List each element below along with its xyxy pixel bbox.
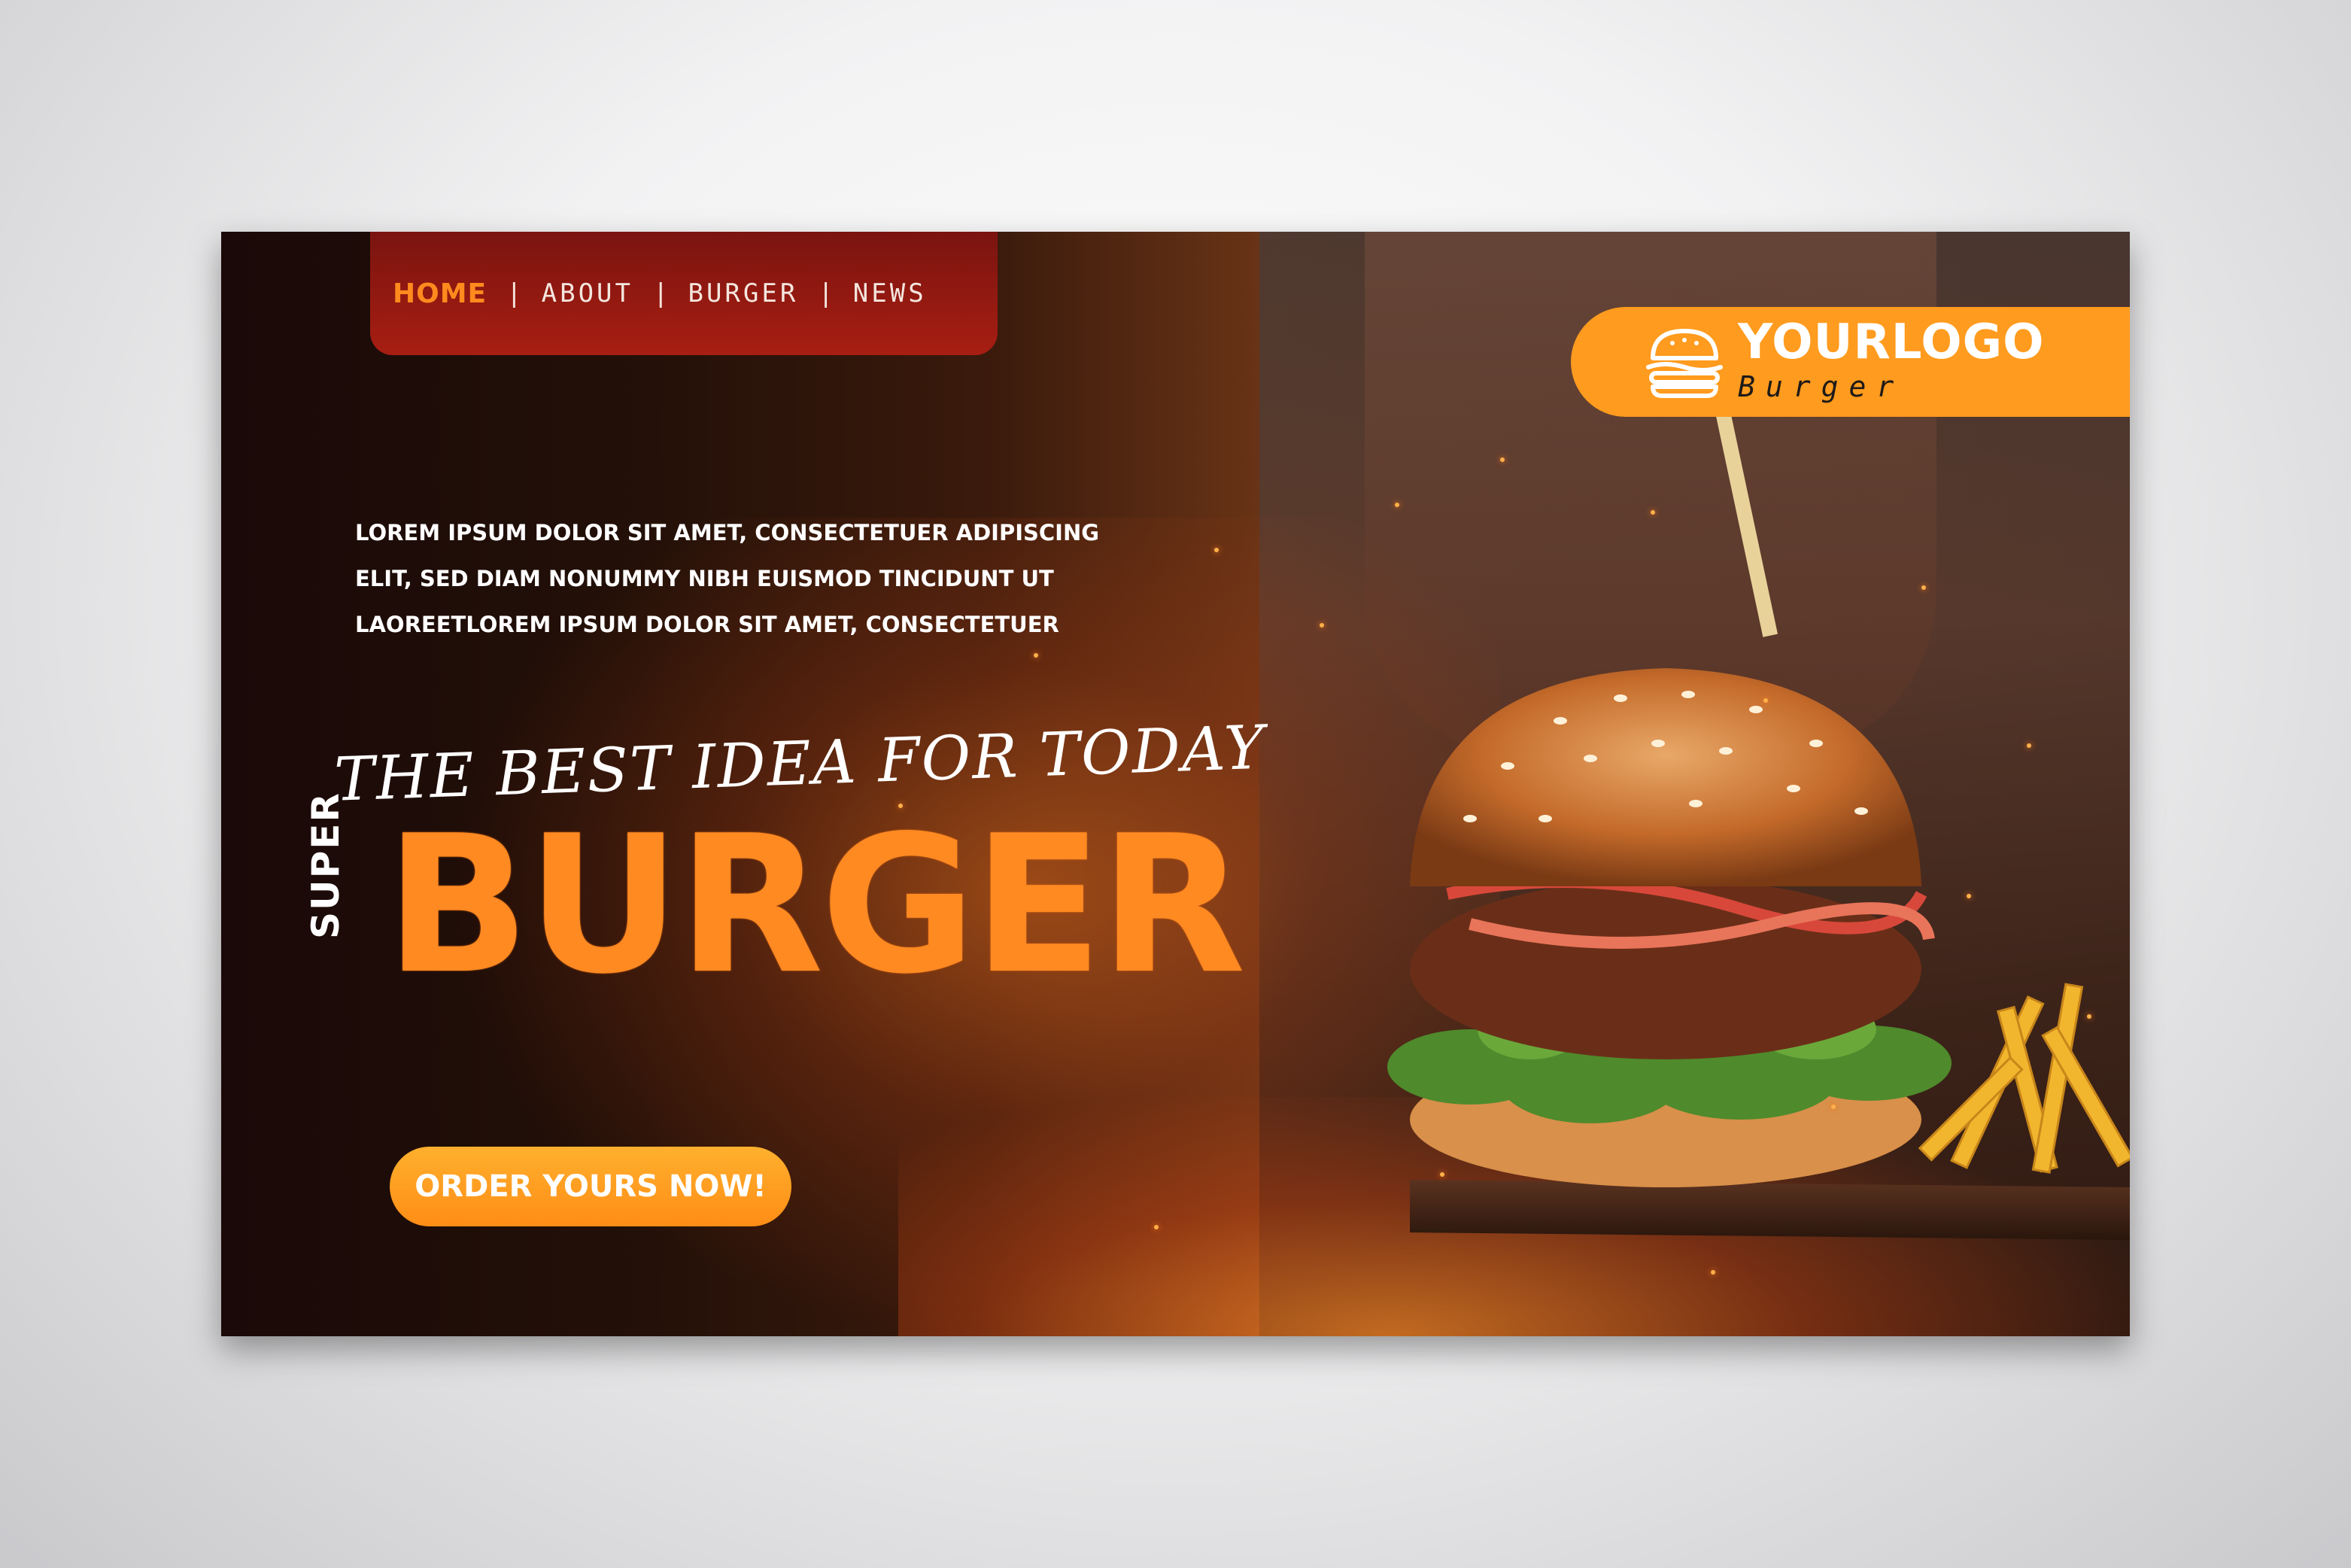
nav-separator: | xyxy=(653,278,669,308)
intro-text: LOREM IPSUM DOLOR SIT AMET, CONSECTETUER… xyxy=(355,510,1183,648)
intro-line: ELIT, SED DIAM NONUMMY NIBH EUISMOD TINC… xyxy=(355,566,1054,591)
nav-separator: | xyxy=(818,278,834,308)
top-bun xyxy=(1410,668,1921,886)
super-label: SUPER xyxy=(304,792,348,939)
order-now-button[interactable]: ORDER YOURS NOW! xyxy=(390,1147,791,1226)
logo[interactable]: YOURLOGO Burger xyxy=(1571,307,2130,417)
nav-item-home[interactable]: HOME xyxy=(393,278,487,309)
skewer-stick xyxy=(1716,413,1778,637)
wooden-board xyxy=(1410,1180,2130,1240)
nav-separator: | xyxy=(506,278,522,308)
burger-icon xyxy=(1646,329,1723,398)
nav-item-news[interactable]: NEWS xyxy=(853,278,927,308)
nav-item-about[interactable]: ABOUT xyxy=(542,278,633,308)
hero-banner: HOME | ABOUT | BURGER | NEWS YOURLOGO Bu… xyxy=(221,232,2130,1336)
top-nav: HOME | ABOUT | BURGER | NEWS xyxy=(370,232,998,355)
nav-item-burger[interactable]: BURGER xyxy=(688,278,798,308)
fries xyxy=(1918,983,2130,1174)
logo-title: YOURLOGO xyxy=(1738,315,2045,370)
logo-subtitle: Burger xyxy=(1738,370,1905,403)
burger-photo xyxy=(1387,413,2130,1240)
intro-line: LOREM IPSUM DOLOR SIT AMET, CONSECTETUER… xyxy=(355,520,1100,545)
intro-line: LAOREETLOREM IPSUM DOLOR SIT AMET, CONSE… xyxy=(355,612,1059,637)
headline: BURGER xyxy=(385,795,1246,1016)
